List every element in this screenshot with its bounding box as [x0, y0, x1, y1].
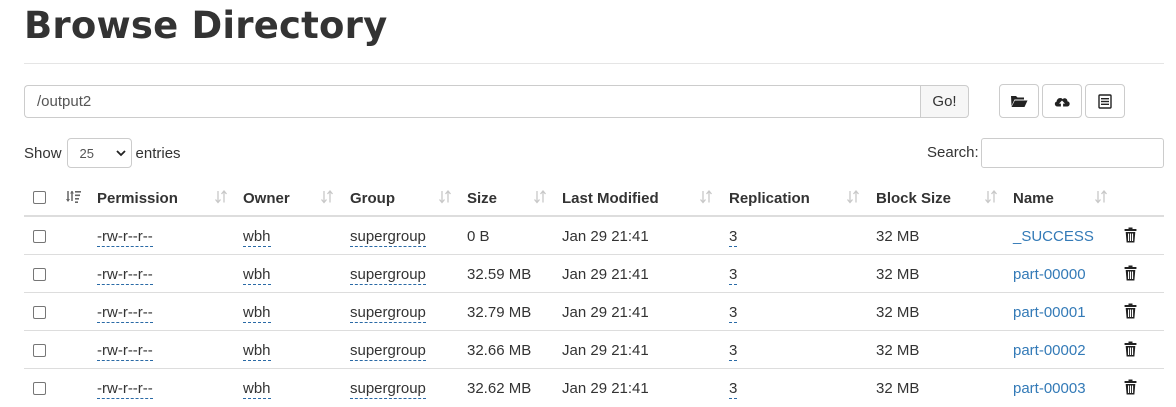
block-size-cell: 32 MB	[876, 228, 920, 245]
file-name-link[interactable]: _SUCCESS	[1013, 228, 1094, 245]
modified-cell: Jan 29 21:41	[562, 304, 649, 321]
column-header-replication[interactable]: Replication	[729, 190, 810, 207]
size-cell: 0 B	[467, 228, 490, 245]
file-name-link[interactable]: part-00003	[1013, 380, 1086, 397]
table-header: Permission Owner Group Size Last Modifie…	[24, 180, 1164, 217]
row-checkbox[interactable]	[33, 268, 46, 281]
column-header-group[interactable]: Group	[350, 190, 395, 207]
permission-cell[interactable]: -rw-r--r--	[97, 228, 153, 247]
replication-cell[interactable]: 3	[729, 380, 738, 399]
group-cell[interactable]: supergroup	[350, 342, 426, 361]
sort-icon[interactable]	[438, 189, 452, 208]
owner-cell[interactable]: wbh	[243, 228, 271, 247]
entries-label: entries	[135, 144, 181, 162]
column-header-size[interactable]: Size	[467, 190, 497, 207]
sort-icon[interactable]	[533, 189, 547, 208]
permission-cell[interactable]: -rw-r--r--	[97, 266, 153, 285]
owner-cell[interactable]: wbh	[243, 266, 271, 285]
table-row: -rw-r--r-- wbh supergroup 0 B Jan 29 21:…	[24, 217, 1164, 255]
replication-cell[interactable]: 3	[729, 266, 738, 285]
modified-cell: Jan 29 21:41	[562, 342, 649, 359]
cloud-upload-icon	[1053, 94, 1071, 108]
entries-per-page-select[interactable]: 25	[66, 138, 132, 168]
page-title: Browse Directory	[24, 4, 388, 47]
directory-path-input[interactable]	[24, 85, 921, 118]
group-cell[interactable]: supergroup	[350, 304, 426, 323]
sort-icon[interactable]	[320, 189, 334, 208]
select-all-checkbox[interactable]	[33, 191, 46, 204]
trash-icon[interactable]	[1124, 303, 1137, 323]
modified-cell: Jan 29 21:41	[562, 228, 649, 245]
group-cell[interactable]: supergroup	[350, 380, 426, 399]
search-input[interactable]	[981, 138, 1164, 168]
table-row: -rw-r--r-- wbh supergroup 32.62 MB Jan 2…	[24, 369, 1164, 407]
permission-cell[interactable]: -rw-r--r--	[97, 342, 153, 361]
owner-cell[interactable]: wbh	[243, 304, 271, 323]
file-name-link[interactable]: part-00002	[1013, 342, 1086, 359]
upload-files-button[interactable]	[1042, 84, 1082, 118]
list-icon	[1098, 93, 1112, 109]
size-cell: 32.79 MB	[467, 304, 532, 321]
trash-icon[interactable]	[1124, 227, 1137, 247]
replication-cell[interactable]: 3	[729, 342, 738, 361]
column-header-owner[interactable]: Owner	[243, 190, 290, 207]
search-label: Search:	[927, 144, 979, 161]
cut-paste-button[interactable]	[1085, 84, 1125, 118]
file-table: Permission Owner Group Size Last Modifie…	[24, 180, 1164, 407]
permission-cell[interactable]: -rw-r--r--	[97, 380, 153, 399]
block-size-cell: 32 MB	[876, 380, 920, 397]
go-button[interactable]: Go!	[920, 85, 969, 118]
column-header-permission[interactable]: Permission	[97, 190, 178, 207]
file-name-link[interactable]: part-00000	[1013, 266, 1086, 283]
block-size-cell: 32 MB	[876, 304, 920, 321]
create-directory-button[interactable]	[999, 84, 1039, 118]
group-cell[interactable]: supergroup	[350, 266, 426, 285]
size-cell: 32.59 MB	[467, 266, 532, 283]
block-size-cell: 32 MB	[876, 342, 920, 359]
sort-icon[interactable]	[846, 189, 860, 208]
row-checkbox[interactable]	[33, 344, 46, 357]
row-checkbox[interactable]	[33, 230, 46, 243]
block-size-cell: 32 MB	[876, 266, 920, 283]
trash-icon[interactable]	[1124, 265, 1137, 285]
entries-per-page-value: 25	[79, 145, 94, 161]
sort-icon[interactable]	[1094, 189, 1108, 208]
column-header-name[interactable]: Name	[1013, 190, 1054, 207]
row-checkbox[interactable]	[33, 382, 46, 395]
modified-cell: Jan 29 21:41	[562, 266, 649, 283]
sort-icon[interactable]	[699, 189, 713, 208]
owner-cell[interactable]: wbh	[243, 380, 271, 399]
column-header-last-modified[interactable]: Last Modified	[562, 190, 659, 207]
permission-cell[interactable]: -rw-r--r--	[97, 304, 153, 323]
file-name-link[interactable]: part-00001	[1013, 304, 1086, 321]
title-divider	[24, 63, 1164, 64]
sort-icon[interactable]	[214, 189, 228, 208]
folder-open-icon	[1010, 94, 1028, 108]
size-cell: 32.66 MB	[467, 342, 532, 359]
modified-cell: Jan 29 21:41	[562, 380, 649, 397]
table-row: -rw-r--r-- wbh supergroup 32.79 MB Jan 2…	[24, 293, 1164, 331]
table-row: -rw-r--r-- wbh supergroup 32.59 MB Jan 2…	[24, 255, 1164, 293]
owner-cell[interactable]: wbh	[243, 342, 271, 361]
table-row: -rw-r--r-- wbh supergroup 32.66 MB Jan 2…	[24, 331, 1164, 369]
column-header-block-size[interactable]: Block Size	[876, 190, 951, 207]
group-cell[interactable]: supergroup	[350, 228, 426, 247]
row-checkbox[interactable]	[33, 306, 46, 319]
trash-icon[interactable]	[1124, 341, 1137, 361]
show-label: Show	[24, 144, 62, 162]
sort-desc-icon[interactable]	[66, 190, 82, 208]
chevron-down-icon	[115, 147, 127, 162]
replication-cell[interactable]: 3	[729, 304, 738, 323]
trash-icon[interactable]	[1124, 379, 1137, 399]
size-cell: 32.62 MB	[467, 380, 532, 397]
sort-icon[interactable]	[984, 189, 998, 208]
replication-cell[interactable]: 3	[729, 228, 738, 247]
page-length-control: Show 25 entries	[24, 138, 181, 168]
